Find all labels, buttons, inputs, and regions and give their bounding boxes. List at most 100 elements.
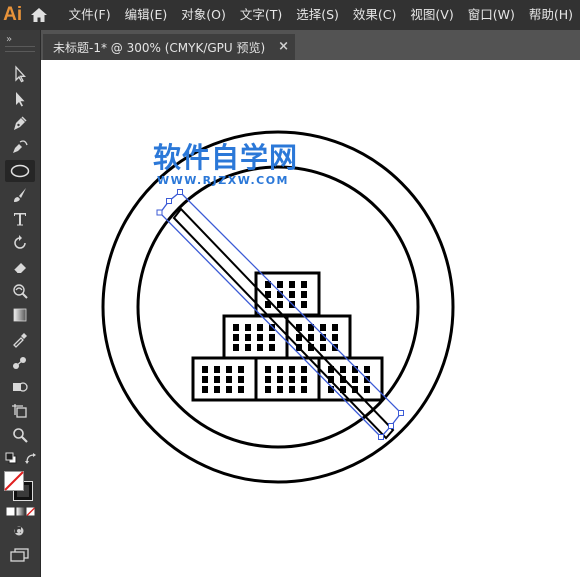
menu-select[interactable]: 选择(S) <box>289 0 346 30</box>
anchor-point <box>378 434 384 440</box>
close-icon[interactable]: × <box>278 39 289 54</box>
building-window <box>301 301 307 308</box>
type-icon <box>14 213 26 226</box>
selection-tool[interactable] <box>5 63 35 85</box>
anchor-point <box>398 410 404 416</box>
app-logo: Ai <box>3 4 23 25</box>
type-tool[interactable] <box>5 208 35 230</box>
anchor-point <box>166 198 172 204</box>
building-window <box>320 344 326 351</box>
zoom-tool[interactable] <box>5 424 35 446</box>
building-window <box>202 366 208 373</box>
panel-drag-handle[interactable] <box>5 46 35 52</box>
building-window <box>364 366 370 373</box>
anchor-point <box>177 189 183 195</box>
eraser-icon <box>13 263 26 274</box>
paintbrush-tool[interactable] <box>5 184 35 206</box>
building-window <box>340 366 346 373</box>
building-window <box>320 324 326 331</box>
building-window <box>289 291 295 298</box>
menu-view[interactable]: 视图(V) <box>403 0 460 30</box>
rotate-icon <box>14 235 26 249</box>
drawing-mode-icon[interactable] <box>12 524 28 538</box>
rotate-tool[interactable] <box>5 232 35 254</box>
building-window <box>257 324 263 331</box>
blend-tool[interactable] <box>5 352 35 374</box>
gradient-tool[interactable] <box>5 304 35 326</box>
artboard-icon <box>12 404 27 418</box>
color-mode-buttons[interactable] <box>6 507 36 516</box>
building-window <box>202 376 208 383</box>
warp-tool[interactable] <box>5 280 35 302</box>
watermark-title: 软件自学网 <box>153 141 299 174</box>
menu-help[interactable]: 帮助(H) <box>522 0 580 30</box>
building-window <box>238 386 244 393</box>
home-icon[interactable] <box>29 0 48 30</box>
building-window <box>214 366 220 373</box>
eyedropper-icon <box>13 333 27 348</box>
building-window <box>265 386 271 393</box>
building-window <box>202 386 208 393</box>
menu-window[interactable]: 窗口(W) <box>461 0 522 30</box>
menu-bar: Ai 文件(F) 编辑(E) 对象(O) 文字(T) 选择(S) 效果(C) 视… <box>0 0 580 30</box>
blend-icon <box>13 357 26 369</box>
building-window <box>265 376 271 383</box>
building-window <box>332 334 338 341</box>
building-window <box>233 334 239 341</box>
building-window <box>269 344 275 351</box>
menu-object[interactable]: 对象(O) <box>174 0 233 30</box>
building-window <box>257 344 263 351</box>
building-window <box>301 366 307 373</box>
building-window <box>233 344 239 351</box>
menu-edit[interactable]: 编辑(E) <box>118 0 175 30</box>
building-window <box>277 386 283 393</box>
curvature-icon <box>13 140 28 153</box>
prohibition-sign-artwork[interactable] <box>41 60 580 577</box>
ellipse-icon <box>10 164 30 178</box>
building-window <box>226 376 232 383</box>
building-window <box>289 376 295 383</box>
anchor-point <box>156 209 163 216</box>
building-window <box>238 366 244 373</box>
building-window <box>245 324 251 331</box>
building-window <box>277 366 283 373</box>
ellipse-tool[interactable] <box>5 160 35 182</box>
screen-mode-icon[interactable] <box>10 548 30 562</box>
collapse-panel-icon[interactable]: » <box>6 34 12 45</box>
building-window <box>289 281 295 288</box>
building-window <box>277 376 283 383</box>
document-tab[interactable]: 未标题-1* @ 300% (CMYK/GPU 预览) × <box>43 34 295 60</box>
fill-none-swatch[interactable] <box>4 471 24 491</box>
shape-builder-tool[interactable] <box>5 376 35 398</box>
menu-type[interactable]: 文字(T) <box>233 0 289 30</box>
tools-panel: » <box>0 30 41 577</box>
building-window <box>245 344 251 351</box>
artboard-tool[interactable] <box>5 400 35 422</box>
direct-selection-tool[interactable] <box>5 88 35 110</box>
curvature-tool[interactable] <box>5 136 35 158</box>
pen-tool[interactable] <box>5 112 35 134</box>
menu-file[interactable]: 文件(F) <box>69 0 118 30</box>
building-window <box>301 291 307 298</box>
building-window <box>238 376 244 383</box>
gradient-icon <box>13 308 27 322</box>
building-window <box>277 281 283 288</box>
menu-items: 文件(F) 编辑(E) 对象(O) 文字(T) 选择(S) 效果(C) 视图(V… <box>69 0 580 30</box>
selection-arrow-icon <box>15 65 26 83</box>
building-window <box>226 386 232 393</box>
pen-icon <box>14 116 27 130</box>
swap-colors-icon[interactable] <box>24 452 38 466</box>
zoom-icon <box>13 428 28 443</box>
default-colors-icon[interactable] <box>5 452 17 464</box>
building-window <box>301 376 307 383</box>
menu-effect[interactable]: 效果(C) <box>346 0 403 30</box>
building-window <box>308 334 314 341</box>
building-window <box>245 334 251 341</box>
artboard-canvas[interactable]: 软件自学网 WWW.RJZXW.COM <box>41 60 580 577</box>
paintbrush-icon <box>14 188 26 202</box>
building-window <box>233 324 239 331</box>
eraser-tool[interactable] <box>5 256 35 278</box>
warp-icon <box>13 284 28 299</box>
eyedropper-tool[interactable] <box>5 328 35 350</box>
building-window <box>277 301 283 308</box>
